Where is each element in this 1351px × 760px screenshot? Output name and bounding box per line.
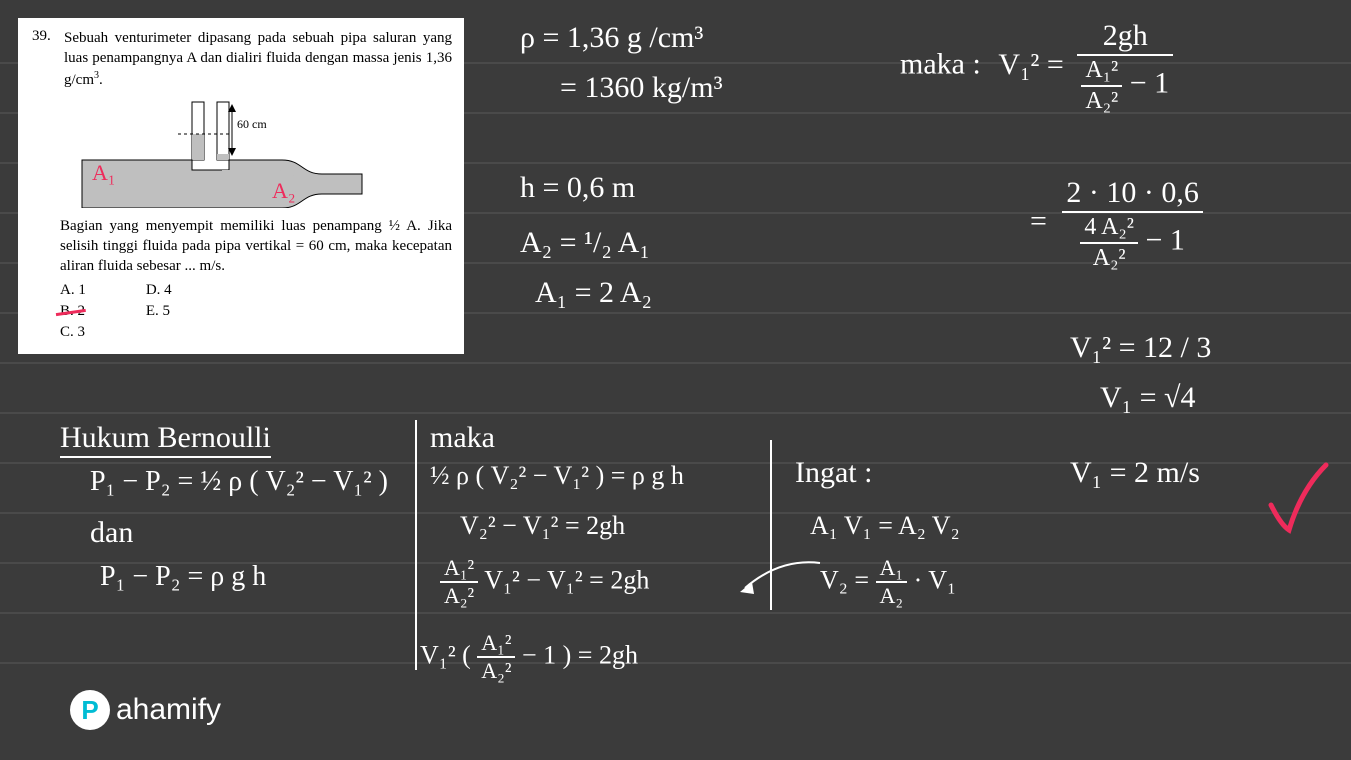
answer-d: D. 4	[146, 281, 172, 300]
hw-eq-m3-den: A₂²	[440, 583, 478, 609]
answer-e: E. 5	[146, 302, 172, 321]
hw-eq-p1: P₁ − P₂ = ½ ρ ( V₂² − V₁² )	[90, 465, 388, 499]
brand-logo: P ahamify	[70, 690, 221, 730]
hw-h: h = 0,6 m	[520, 170, 635, 206]
hw-hukum-text: Hukum Bernoulli	[60, 421, 271, 458]
answer-b: B. 2	[60, 302, 86, 321]
hw-eq-m4-den: A₂²	[477, 658, 515, 684]
question-number: 39.	[32, 28, 56, 90]
answer-options: A. 1 B. 2 C. 3 D. 4 E. 5	[60, 281, 452, 342]
brand-logo-text: ahamify	[116, 693, 221, 727]
hw-cont1: A₁ V₁ = A₂ V₂	[810, 510, 960, 541]
rule-line	[0, 662, 1351, 664]
hw-eq-p2: P₁ − P₂ = ρ g h	[100, 560, 266, 594]
brand-logo-icon: P	[70, 690, 110, 730]
hw-minus1b: − 1	[1145, 224, 1184, 257]
rule-line	[0, 512, 1351, 514]
answer-c: C. 3	[60, 323, 86, 342]
hw-v1sq-eq: V₁² =	[998, 48, 1064, 81]
diagram-label-a1: A₁	[92, 160, 116, 186]
question-text: Sebuah venturimeter dipasang pada sebuah…	[64, 28, 452, 90]
hw-a2: A₂ = ¹/₂ A₁	[520, 225, 650, 261]
hw-eq-m4-lead: V₁² (	[420, 640, 471, 669]
hw-rho2: = 1360 kg/m³	[560, 70, 723, 106]
hw-eq-sign: =	[1030, 205, 1047, 238]
hw-eq-m4-num: A₁²	[477, 630, 515, 658]
divider	[415, 420, 417, 670]
hw-cont2-den: A₂	[876, 583, 908, 609]
hw-minus1: − 1	[1130, 67, 1169, 100]
question-text-main: Sebuah venturimeter dipasang pada sebuah…	[64, 30, 452, 88]
whiteboard: { "question": { "number": "39.", "text_l…	[0, 0, 1351, 760]
hw-v1-final: V₁ = 2 m/s	[1070, 455, 1200, 491]
hw-maka-label: maka : V₁² = 2gh A₁² A₂² − 1	[900, 18, 1173, 116]
hw-v1-res: V₁ = √4	[1100, 380, 1196, 416]
hw-frac2-den-den: A₂²	[1080, 244, 1138, 273]
check-mark-icon	[1261, 460, 1331, 552]
hw-cont2-tail: · V₁	[914, 565, 957, 594]
hw-a1: A₁ = 2 A₂	[535, 275, 652, 311]
hw-dan: dan	[90, 515, 133, 551]
hw-eq-m3: A₁² A₂² V₁² − V₁² = 2gh	[440, 555, 649, 610]
arrow-icon	[740, 558, 830, 608]
hw-cont2: V₂ = A₁ A₂ · V₁	[820, 555, 956, 610]
question-card: 39. Sebuah venturimeter dipasang pada se…	[18, 18, 464, 354]
answer-a: A. 1	[60, 281, 86, 300]
hw-eq-m1: ½ ρ ( V₂² − V₁² ) = ρ g h	[430, 460, 684, 491]
hw-frac2-den-num: 4 A₂²	[1080, 213, 1138, 244]
hw-maka-text: maka :	[900, 48, 981, 81]
hw-frac2-num: 2 · 10 · 0,6	[1062, 175, 1202, 213]
hw-v1sq-res: V₁² = 12 / 3	[1070, 330, 1211, 366]
hw-maka2: maka	[430, 420, 495, 456]
hw-eq-m4: V₁² ( A₁² A₂² − 1 ) = 2gh	[420, 630, 638, 685]
hw-frac1-den-den: A₂²	[1081, 87, 1122, 116]
rule-line	[0, 612, 1351, 614]
hw-eq-m3-tail: V₁² − V₁² = 2gh	[484, 565, 649, 594]
hw-frac1-den-num: A₁²	[1081, 56, 1122, 87]
hw-eq-m2: V₂² − V₁² = 2gh	[460, 510, 625, 541]
hw-ingat: Ingat :	[795, 455, 872, 491]
hw-eq-m4-tail: − 1 ) = 2gh	[522, 640, 638, 669]
hw-rho1: ρ = 1,36 g /cm³	[520, 20, 703, 56]
hw-frac2-den: 4 A₂² A₂² − 1	[1062, 213, 1202, 273]
hw-frac1-den: A₁² A₂² − 1	[1077, 56, 1173, 116]
hw-eq-sub: = 2 · 10 · 0,6 4 A₂² A₂² − 1	[1030, 175, 1203, 273]
svg-text:60 cm: 60 cm	[237, 117, 267, 131]
hw-frac1-num: 2gh	[1077, 18, 1173, 56]
question-text-end: .	[99, 72, 103, 88]
hw-cont2-num: A₁	[876, 555, 908, 583]
question-text-2: Bagian yang menyempit memiliki luas pena…	[60, 216, 452, 277]
hw-eq-m3-num: A₁²	[440, 555, 478, 583]
diagram-label-a2: A₂	[272, 178, 296, 204]
hw-hukum-title: Hukum Bernoulli	[60, 420, 271, 456]
venturimeter-diagram: 60 cm A₁ A₂	[72, 98, 372, 208]
